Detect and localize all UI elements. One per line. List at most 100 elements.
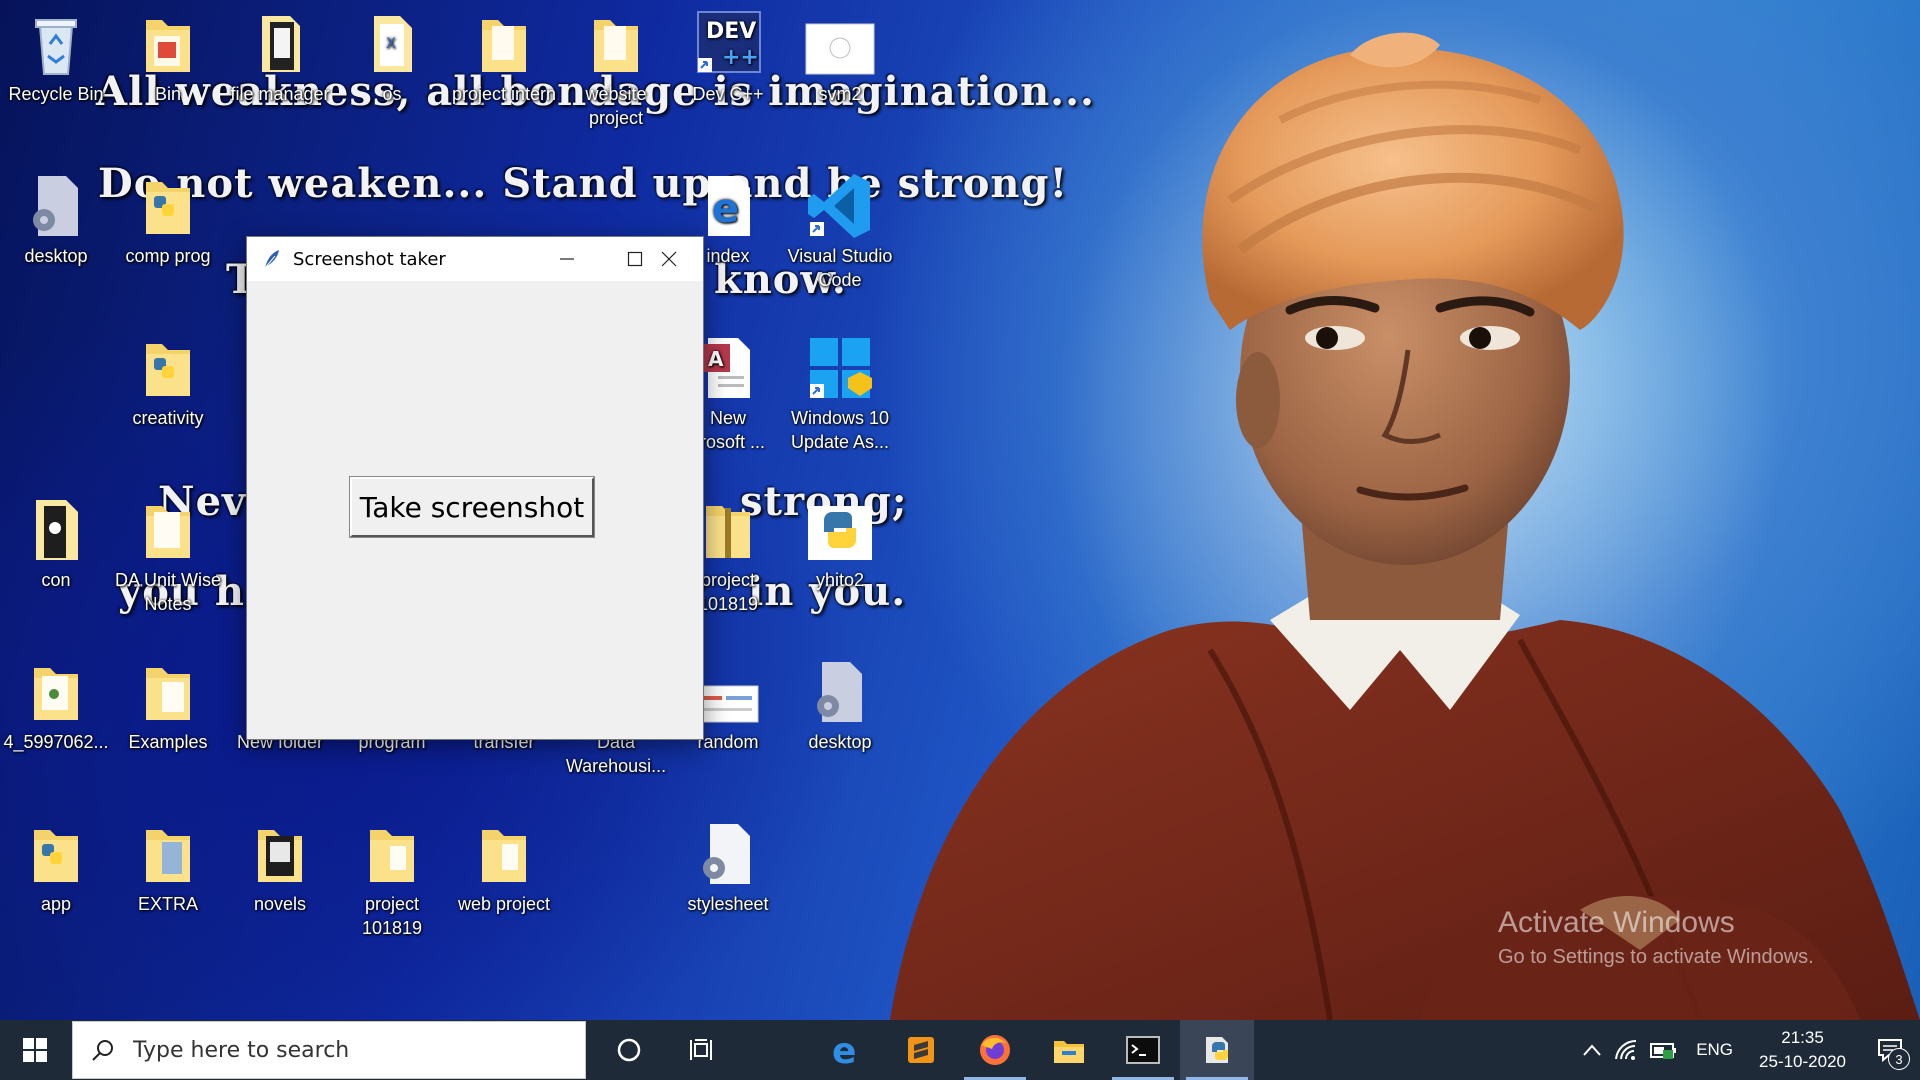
desktop-icon-stylesheet[interactable]: stylesheet [672, 818, 784, 916]
settings-file-icon [804, 656, 876, 728]
desktop-icon-label: file manager [230, 84, 330, 104]
file-icon [20, 494, 92, 566]
take-screenshot-button[interactable]: Take screenshot [349, 476, 595, 538]
desktop-icon-visual-studio-code[interactable]: Visual Studio Code [784, 170, 896, 292]
desktop-icon-label: yhito2 [815, 570, 865, 590]
desktop-icon-label: Examples [128, 732, 208, 752]
desktop-icon-examples[interactable]: Examples [112, 656, 224, 754]
desktop-icon-creativity[interactable]: creativity [112, 332, 224, 430]
wifi-icon [1615, 1039, 1637, 1060]
desktop-icon-label: stylesheet [687, 894, 769, 914]
desktop-icon-label: Visual Studio Code [787, 246, 893, 290]
image-icon [804, 8, 876, 80]
sublime-text-icon [908, 1037, 934, 1063]
close-button[interactable] [635, 237, 703, 281]
desktop-icon-website-project[interactable]: website project [560, 8, 672, 130]
window-title: Screenshot taker [293, 248, 446, 270]
desktop-icon-comp-prog[interactable]: comp prog [112, 170, 224, 268]
folder-icon [468, 818, 540, 890]
desktop-icon-label: Dev C++ [692, 84, 764, 104]
folder-icon [132, 656, 204, 728]
desktop-icon-label: DA Unit Wise Notes [114, 570, 222, 614]
desktop-icon-novels[interactable]: novels [224, 818, 336, 916]
file-explorer-icon [1054, 1041, 1084, 1063]
file-icon: X [356, 8, 428, 80]
desktop-icon-desktop[interactable]: desktop [0, 170, 112, 268]
folder-icon [468, 8, 540, 80]
desktop-icon-svm2[interactable]: svm2 [784, 8, 896, 106]
python-folder-icon [20, 818, 92, 890]
desktop-icon-4-5997062[interactable]: 4_5997062... [0, 656, 112, 754]
vscode-icon [804, 170, 876, 242]
desktop-icon-label: os [382, 84, 402, 104]
task-view-button[interactable] [666, 1020, 740, 1080]
desktop-icon-extra[interactable]: EXTRA [112, 818, 224, 916]
cortana-circle-icon [617, 1038, 641, 1062]
action-center-button[interactable]: 3 [1860, 1020, 1920, 1080]
desktop-icon-file-manager[interactable]: file manager [224, 8, 336, 106]
desktop-icon-label: creativity [132, 408, 204, 428]
battery-button[interactable] [1644, 1020, 1684, 1080]
desktop-icon-project-intern[interactable]: project intern [448, 8, 560, 106]
desktop-icon-app[interactable]: app [0, 818, 112, 916]
network-button[interactable] [1608, 1020, 1644, 1080]
folder-icon [132, 494, 204, 566]
firefox-icon [980, 1035, 1010, 1065]
desktop-icon-project-101819[interactable]: project 101819 [336, 818, 448, 940]
search-icon [91, 1038, 115, 1062]
clock-date: 25-10-2020 [1759, 1052, 1846, 1071]
svg-text:e: e [712, 186, 739, 232]
python-icon [804, 494, 876, 566]
file-icon [244, 8, 316, 80]
folder-icon [244, 818, 316, 890]
edge-icon: e [832, 1033, 856, 1067]
start-button[interactable] [0, 1020, 70, 1080]
activate-windows-title: Activate Windows [1498, 906, 1735, 939]
desktop-icon-label: desktop [24, 246, 88, 266]
edge-legacy-icon: e [692, 170, 764, 242]
show-hidden-icons-button[interactable] [1576, 1020, 1608, 1080]
desktop-icon-desktop-2[interactable]: desktop [784, 656, 896, 754]
close-icon [661, 251, 677, 267]
desktop-icon-con[interactable]: con [0, 494, 112, 592]
taskbar-firefox-button[interactable] [958, 1020, 1032, 1080]
desktop-icon-bin[interactable]: Bin [112, 8, 224, 106]
clock-time: 21:35 [1781, 1028, 1824, 1047]
activate-windows-subtitle: Go to Settings to activate Windows. [1498, 946, 1814, 968]
window-titlebar[interactable]: Screenshot taker [247, 237, 703, 281]
minimize-button[interactable] [533, 237, 601, 281]
python-app-icon [1206, 1037, 1228, 1063]
desktop-icon-dev-cpp[interactable]: DEV ++ Dev C++ [672, 8, 784, 106]
folder-icon [132, 8, 204, 80]
taskbar-clock[interactable]: 21:35 25-10-2020 [1745, 1026, 1860, 1074]
taskbar-python-app-button[interactable] [1180, 1020, 1254, 1080]
cortana-button[interactable] [592, 1020, 666, 1080]
chevron-up-icon [1583, 1044, 1601, 1056]
language-indicator[interactable]: ENG [1684, 1020, 1745, 1080]
task-view-icon [690, 1039, 712, 1060]
taskbar-sublime-text-button[interactable] [884, 1020, 958, 1080]
taskbar-terminal-button[interactable] [1106, 1020, 1180, 1080]
desktop-icon-recycle-bin[interactable]: Recycle Bin [0, 8, 112, 106]
desktop-icon-label: website project [585, 84, 647, 128]
desktop-icon-label: novels [253, 894, 307, 914]
folder-icon [580, 8, 652, 80]
desktop-icon-web-project[interactable]: web project [448, 818, 560, 916]
desktop-icon-windows-10-update-assistant[interactable]: Windows 10 Update As... [784, 332, 896, 454]
desktop-icon-da-unit-wise-notes[interactable]: DA Unit Wise Notes [112, 494, 224, 616]
search-input[interactable] [131, 1036, 555, 1064]
taskbar-edge-button[interactable]: e [810, 1020, 884, 1080]
minimize-icon [560, 258, 574, 260]
desktop-icon-label: app [40, 894, 72, 914]
desktop-icon-yhito2[interactable]: yhito2 [784, 494, 896, 592]
feather-icon [261, 248, 283, 270]
python-folder-icon [132, 170, 204, 242]
desktop-icon-os[interactable]: X os [336, 8, 448, 106]
svg-text:X: X [386, 36, 396, 52]
taskbar-file-explorer-button[interactable] [1032, 1020, 1106, 1080]
desktop-icon-label: 4_5997062... [3, 732, 109, 752]
desktop-icon-label: Windows 10 Update As... [790, 408, 890, 452]
desktop-icon-label: web project [457, 894, 551, 914]
taskbar-search-box[interactable] [72, 1021, 586, 1079]
desktop-icon-label: Bin [154, 84, 181, 104]
